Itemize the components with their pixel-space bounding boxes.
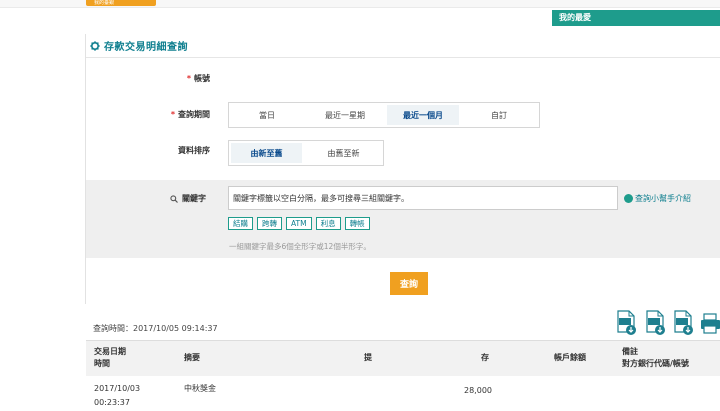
col-note: 備註 對方銀行代碼/帳號 — [622, 346, 689, 370]
period-label: * 查詢期間 — [90, 109, 210, 120]
required-marker: * — [186, 74, 191, 83]
col-date-line1: 交易日期 — [94, 347, 126, 356]
account-label-text: 帳號 — [194, 74, 210, 83]
query-button[interactable]: 查詢 — [390, 272, 428, 295]
tag-atm[interactable]: ATM — [286, 217, 312, 230]
keyword-tags: 結購 跨轉 ATM 利息 轉帳 — [228, 217, 370, 230]
account-label: * 帳號 — [90, 73, 210, 84]
period-label-text: 查詢期間 — [178, 110, 210, 119]
tag-transfer[interactable]: 轉帳 — [344, 217, 370, 230]
row-deposit: 28,000 — [464, 386, 492, 395]
row-date: 2017/10/03 — [94, 384, 141, 393]
help-link[interactable]: 查詢小幫手介紹 — [624, 193, 691, 204]
tag-forex-purchase[interactable]: 結購 — [228, 217, 253, 230]
search-icon — [170, 194, 178, 203]
section-header: 存款交易明細查詢 — [86, 34, 720, 58]
sort-option-old-to-new[interactable]: 由舊至新 — [304, 141, 383, 165]
panel-edge — [85, 34, 86, 304]
col-note-line2: 對方銀行代碼/帳號 — [622, 359, 689, 368]
col-summary: 摘要 — [184, 353, 200, 362]
sort-option-new-to-old[interactable]: 由新至舊 — [231, 143, 303, 163]
col-balance: 帳戶餘額 — [554, 353, 586, 362]
page-title: 存款交易明細查詢 — [104, 42, 188, 53]
required-marker: * — [170, 110, 175, 119]
tag-interbank-transfer[interactable]: 跨轉 — [257, 217, 282, 230]
favorites-bar[interactable]: 我的最愛 — [552, 10, 720, 26]
ods-download-icon[interactable] — [615, 310, 637, 336]
keyword-hint: 一組關鍵字最多6個全形字或12個半形字。 — [229, 242, 371, 251]
help-icon — [624, 194, 633, 203]
query-time: 查詢時間：2017/10/05 09:14:37 — [93, 324, 218, 333]
col-deposit: 存 — [481, 353, 489, 362]
print-icon[interactable] — [700, 310, 720, 336]
row-summary: 中秋獎金 — [184, 384, 216, 393]
sort-label: 資料排序 — [178, 146, 210, 155]
period-option-week[interactable]: 最近一星期 — [305, 103, 385, 127]
col-note-line1: 備註 — [622, 347, 638, 356]
sort-segmented: 由新至舊 由舊至新 — [228, 140, 384, 166]
keyword-input[interactable] — [228, 186, 618, 210]
tag-interest[interactable]: 利息 — [315, 217, 341, 230]
period-option-month[interactable]: 最近一個月 — [387, 105, 459, 125]
html-download-icon[interactable] — [672, 310, 694, 336]
period-option-custom[interactable]: 自訂 — [461, 103, 537, 127]
gear-icon — [90, 40, 100, 51]
col-withdraw: 提 — [364, 353, 372, 362]
col-date: 交易日期 時間 — [94, 346, 126, 370]
period-option-today[interactable]: 當日 — [229, 103, 305, 127]
keyword-label: 關鍵字 — [170, 193, 206, 204]
top-button[interactable]: 我的臺銀 — [86, 0, 156, 6]
keyword-label-text: 關鍵字 — [182, 194, 206, 203]
col-date-line2: 時間 — [94, 359, 110, 368]
help-link-text: 查詢小幫手介紹 — [635, 194, 691, 203]
row-time: 00:23:37 — [94, 398, 130, 407]
period-segmented: 當日 最近一星期 最近一個月 自訂 — [228, 102, 540, 128]
xls-download-icon[interactable] — [644, 310, 666, 336]
